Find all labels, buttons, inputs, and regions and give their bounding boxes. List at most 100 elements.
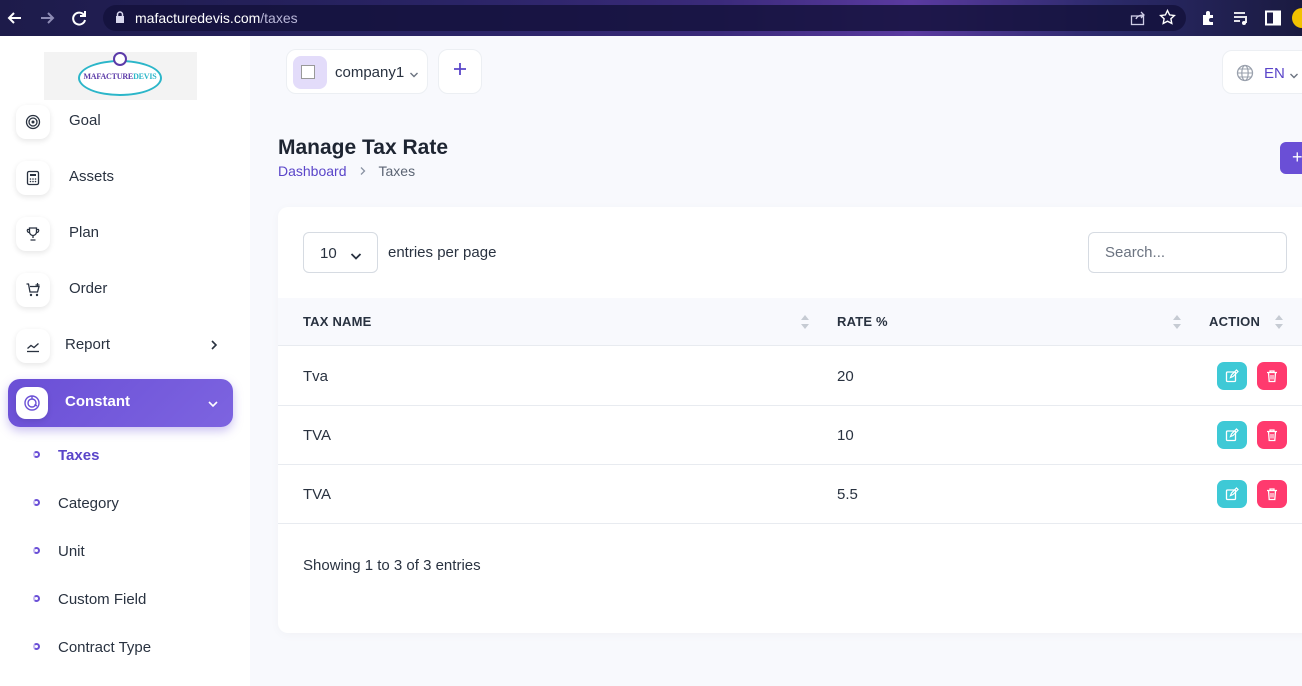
media-control-icon[interactable]: [1232, 9, 1250, 27]
sidebar-subitem-label: Contract Type: [58, 639, 152, 656]
sidebar-item-assets[interactable]: Assets: [8, 154, 233, 202]
delete-button[interactable]: [1257, 480, 1287, 508]
sidebar-item-label: Assets: [69, 168, 115, 185]
sort-icon[interactable]: [801, 315, 809, 331]
edit-button[interactable]: [1217, 362, 1247, 390]
sidebar-item-label: Report: [65, 336, 111, 353]
breadcrumb-taxes: Taxes: [378, 163, 416, 179]
sidebar-item-goal[interactable]: Goal: [8, 98, 233, 146]
reload-icon[interactable]: [69, 8, 89, 28]
sidebar-subitem-label: Category: [58, 495, 119, 512]
tax-rate-cell: 5.5: [837, 486, 858, 503]
company-switcher[interactable]: company1: [286, 49, 428, 94]
logo-text: MAFACTUREDEVIS: [72, 72, 168, 81]
edit-icon: [1225, 428, 1239, 442]
bullet-icon: [33, 547, 40, 554]
chevron-down-icon: [350, 248, 362, 266]
edit-button[interactable]: [1217, 480, 1247, 508]
sidebar-item-order[interactable]: Order: [8, 266, 233, 314]
chevron-down-icon: [207, 396, 219, 414]
sidebar-subitem-custom-field[interactable]: Custom Field: [30, 587, 230, 613]
taxes-card: 10 entries per page TAX NAME RATE % ACTI…: [278, 207, 1302, 633]
forward-icon[interactable]: [37, 8, 57, 28]
company-logo: [293, 56, 327, 89]
add-company-button[interactable]: [438, 49, 482, 94]
plus-icon: [452, 61, 468, 82]
edit-icon: [1225, 369, 1239, 383]
per-page-value: 10: [320, 245, 337, 262]
chevron-right-icon: [359, 163, 367, 179]
breadcrumb: Dashboard Taxes: [278, 163, 415, 179]
table-row: Tva 20: [278, 347, 1302, 406]
profile-avatar[interactable]: [1292, 8, 1302, 28]
column-header-tax-name[interactable]: TAX NAME: [303, 314, 372, 329]
sidebar-subitem-category[interactable]: Category: [30, 491, 230, 517]
address-bar[interactable]: mafacturedevis.com/taxes: [103, 5, 1186, 31]
table-row: TVA 5.5: [278, 465, 1302, 524]
sidebar-subitem-taxes[interactable]: Taxes: [30, 443, 230, 469]
bullet-icon: [33, 451, 40, 458]
page-title: Manage Tax Rate: [278, 136, 448, 159]
browser-toolbar: mafacturedevis.com/taxes: [0, 0, 1302, 36]
delete-button[interactable]: [1257, 362, 1287, 390]
bullet-icon: [33, 643, 40, 650]
app-logo[interactable]: MAFACTUREDEVIS: [44, 52, 197, 100]
url-host: mafacturedevis.com: [135, 10, 261, 26]
sidebar-subitem-label: Unit: [58, 543, 85, 560]
sort-icon[interactable]: [1173, 315, 1181, 331]
share-icon[interactable]: [1130, 10, 1146, 26]
sidebar-item-label: Goal: [69, 112, 101, 129]
trash-icon: [1267, 370, 1277, 383]
entries-per-page-label: entries per page: [388, 244, 497, 261]
trash-icon: [1267, 429, 1277, 442]
chart-donut-icon: [16, 387, 48, 419]
chevron-right-icon: [209, 338, 219, 357]
chevron-down-icon: [409, 66, 419, 84]
url-path: /taxes: [260, 10, 298, 26]
company-name: company1: [335, 64, 405, 81]
sidebar-item-report[interactable]: Report: [8, 322, 233, 370]
delete-button[interactable]: [1257, 421, 1287, 449]
create-tax-button[interactable]: +: [1280, 142, 1302, 174]
breadcrumb-dashboard[interactable]: Dashboard: [278, 163, 347, 179]
logo-text-part1: MAFACTURE: [83, 72, 134, 81]
table-header: TAX NAME RATE % ACTION: [278, 298, 1302, 346]
tax-name-cell: TVA: [303, 486, 332, 503]
sidebar: MAFACTUREDEVIS Goal Assets Plan Order Re…: [0, 36, 250, 686]
trophy-icon: [16, 217, 50, 251]
sidebar-item-constant[interactable]: Constant: [8, 379, 233, 427]
sort-icon[interactable]: [1275, 315, 1283, 331]
search-input[interactable]: [1088, 232, 1287, 273]
column-header-rate[interactable]: RATE %: [837, 314, 888, 329]
column-header-action[interactable]: ACTION: [1209, 314, 1260, 329]
side-panel-icon[interactable]: [1264, 9, 1282, 27]
cart-icon: [16, 273, 50, 307]
lock-icon: [115, 11, 125, 24]
sidebar-item-label: Constant: [65, 393, 130, 410]
sidebar-item-label: Plan: [69, 224, 100, 241]
target-icon: [16, 105, 50, 139]
tax-rate-cell: 20: [837, 368, 854, 385]
broken-image-icon: [301, 65, 315, 79]
sidebar-item-plan[interactable]: Plan: [8, 210, 233, 258]
calculator-icon: [16, 161, 50, 195]
table-row: TVA 10: [278, 406, 1302, 465]
bookmark-star-icon[interactable]: [1159, 9, 1176, 26]
bullet-icon: [33, 595, 40, 602]
language-switcher[interactable]: EN: [1222, 50, 1302, 94]
bullet-icon: [33, 499, 40, 506]
url-text: mafacturedevis.com/taxes: [135, 10, 298, 26]
tax-name-cell: Tva: [303, 368, 329, 385]
sidebar-item-label: Order: [69, 280, 108, 297]
tax-rate-cell: 10: [837, 427, 854, 444]
sidebar-subitem-unit[interactable]: Unit: [30, 539, 230, 565]
sidebar-subitem-contract-type[interactable]: Contract Type: [30, 635, 230, 661]
sidebar-subitem-label: Custom Field: [58, 591, 147, 608]
logo-text-part2: DEVIS: [133, 72, 157, 81]
back-icon[interactable]: [5, 8, 25, 28]
sidebar-subitem-label: Taxes: [58, 447, 100, 464]
chevron-down-icon: [1289, 67, 1299, 85]
edit-button[interactable]: [1217, 421, 1247, 449]
extensions-icon[interactable]: [1200, 9, 1218, 27]
entries-per-page-select[interactable]: 10: [303, 232, 378, 273]
